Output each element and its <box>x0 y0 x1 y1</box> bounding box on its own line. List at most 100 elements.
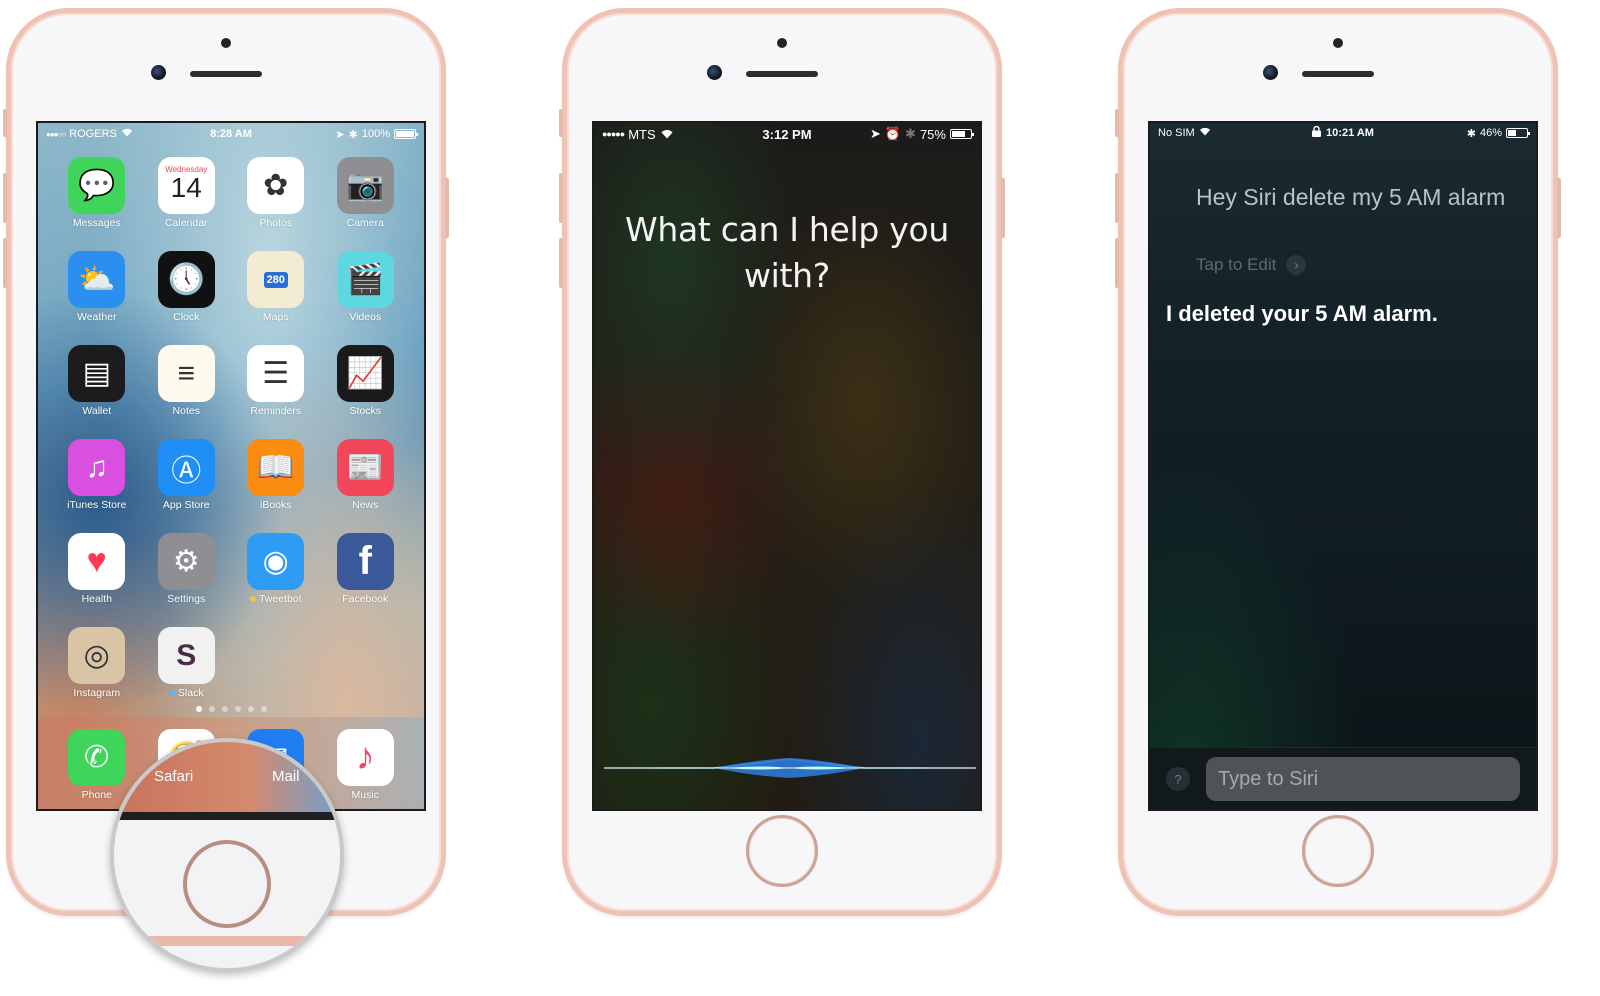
app-itunes-store[interactable]: ♫ iTunes Store <box>52 439 142 511</box>
tap-to-edit-button[interactable]: Tap to Edit › <box>1196 255 1307 275</box>
icon-glyph: ⛅ <box>78 263 116 296</box>
app-health[interactable]: ♥ Health <box>52 533 142 605</box>
stocks-icon: 📈 <box>336 345 394 402</box>
page-dot[interactable] <box>208 706 215 712</box>
app-facebook[interactable]: f Facebook <box>321 533 411 605</box>
app-label: iBooks <box>260 499 292 511</box>
calendar-icon: Wednesday 14 <box>157 157 215 214</box>
app-notes[interactable]: ≡ Notes <box>142 345 232 417</box>
battery-percent: 100% <box>361 128 390 140</box>
app-label-text: Settings <box>167 593 206 605</box>
page-dot[interactable] <box>247 706 254 712</box>
status-bar: ●●●○○ ROGERS 8:28 AM ➤ ✱ 100% <box>38 123 424 145</box>
app-news[interactable]: 📰 News <box>321 439 411 511</box>
app-slack[interactable]: S Slack <box>142 627 232 699</box>
page-dot[interactable] <box>221 706 228 712</box>
app-label: Photos <box>259 217 292 229</box>
app-wallet[interactable]: ▤ Wallet <box>52 345 142 417</box>
app-instagram[interactable]: ◎ Instagram <box>52 627 142 699</box>
app-store-icon: Ⓐ <box>157 439 215 496</box>
music-icon: ♪ <box>336 729 394 786</box>
icon-glyph: ≡ <box>177 356 195 390</box>
app-settings[interactable]: ⚙ Settings <box>142 533 232 605</box>
app-label: Slack <box>168 687 204 699</box>
siri-screen: ●●●●● MTS 3:12 PM ➤ ⏰ ✱ 75% What can I h… <box>592 121 982 811</box>
bluetooth-icon: ✱ <box>905 126 916 141</box>
carrier-name: No SIM <box>1158 127 1195 139</box>
front-camera <box>151 65 166 80</box>
status-time: 3:12 PM <box>762 126 812 142</box>
slack-icon: S <box>157 627 215 684</box>
siri-answer-text: I deleted your 5 AM alarm. <box>1166 301 1438 326</box>
siri-response-screen: No SIM 10:21 AM ✱ 46% Hey Siri delete my… <box>1148 121 1538 811</box>
page-dot[interactable] <box>195 706 202 712</box>
app-label: Reminders <box>250 405 301 417</box>
maps-icon: 280 <box>247 251 305 308</box>
app-grid: 💬 Messages Wednesday 14 Calendar ✿ Photos 📷 Came… <box>52 157 410 699</box>
page-dot[interactable] <box>260 706 267 712</box>
app-weather[interactable]: ⛅ Weather <box>52 251 142 323</box>
icon-glyph: ♥ <box>86 542 107 580</box>
app-label: Wallet <box>82 405 111 417</box>
icon-glyph: 280 <box>263 271 288 288</box>
magnified-safari-label: Safari <box>154 768 194 785</box>
icon-glyph: ♫ <box>85 450 109 484</box>
app-ibooks[interactable]: 📖 iBooks <box>231 439 321 511</box>
app-label: Camera <box>347 217 384 229</box>
help-button[interactable]: ? <box>1166 767 1190 791</box>
page-indicator[interactable] <box>38 706 424 712</box>
front-camera <box>707 65 722 80</box>
wifi-icon <box>660 127 674 142</box>
app-label-text: Reminders <box>250 405 302 417</box>
app-label-text: Clock <box>173 311 200 323</box>
app-label: Maps <box>263 311 289 323</box>
app-reminders[interactable]: ☰ Reminders <box>231 345 321 417</box>
app-label: Instagram <box>73 687 120 699</box>
app-tweetbot[interactable]: ◉ Tweetbot <box>231 533 321 605</box>
app-label-text: Stocks <box>349 405 381 417</box>
type-to-siri-input[interactable] <box>1206 757 1520 801</box>
news-icon: 📰 <box>336 439 394 496</box>
wifi-icon <box>1199 127 1211 139</box>
app-photos[interactable]: ✿ Photos <box>231 157 321 229</box>
app-label-text: Photos <box>259 217 293 229</box>
magnified-home-button[interactable] <box>183 840 271 928</box>
icon-glyph: ✿ <box>263 169 289 202</box>
tap-to-edit-label: Tap to Edit <box>1196 255 1277 274</box>
instagram-icon: ◎ <box>68 627 126 684</box>
location-arrow-icon: ➤ <box>869 126 881 141</box>
app-label: Weather <box>77 311 117 323</box>
type-to-siri-bar: ? <box>1150 747 1536 809</box>
siri-waveform[interactable] <box>604 756 976 780</box>
app-stocks[interactable]: 📈 Stocks <box>321 345 411 417</box>
app-clock[interactable]: 🕔 Clock <box>142 251 232 323</box>
app-messages[interactable]: 💬 Messages <box>52 157 142 229</box>
volume-up-button <box>559 173 563 223</box>
calendar-day: 14 <box>170 172 202 203</box>
app-label-text: Maps <box>262 311 289 323</box>
app-camera[interactable]: 📷 Camera <box>321 157 411 229</box>
icon-glyph: ☰ <box>262 357 290 390</box>
app-app-store[interactable]: Ⓐ App Store <box>142 439 232 511</box>
siri-prompt: What can I help you with? <box>625 210 949 295</box>
app-label-text: Notes <box>172 405 200 417</box>
app-calendar[interactable]: Wednesday 14 Calendar <box>142 157 232 229</box>
app-videos[interactable]: 🎬 Videos <box>321 251 411 323</box>
reminders-icon: ☰ <box>247 345 305 402</box>
notes-icon: ≡ <box>157 345 215 402</box>
front-camera <box>1263 65 1278 80</box>
app-label-text: News <box>352 499 379 511</box>
tweetbot-icon: ◉ <box>247 533 305 590</box>
app-label-text: Camera <box>346 217 384 229</box>
home-button[interactable] <box>1302 815 1374 887</box>
mute-switch <box>3 109 7 137</box>
page-dot[interactable] <box>234 706 241 712</box>
clock-icon: 🕔 <box>157 251 215 308</box>
home-button[interactable] <box>746 815 818 887</box>
app-maps[interactable]: 280 Maps <box>231 251 321 323</box>
volume-up-button <box>1115 173 1119 223</box>
power-button <box>1001 178 1005 238</box>
earpiece-speaker <box>1302 71 1374 77</box>
app-label: Stocks <box>349 405 381 417</box>
carrier-name: MTS <box>628 126 656 142</box>
